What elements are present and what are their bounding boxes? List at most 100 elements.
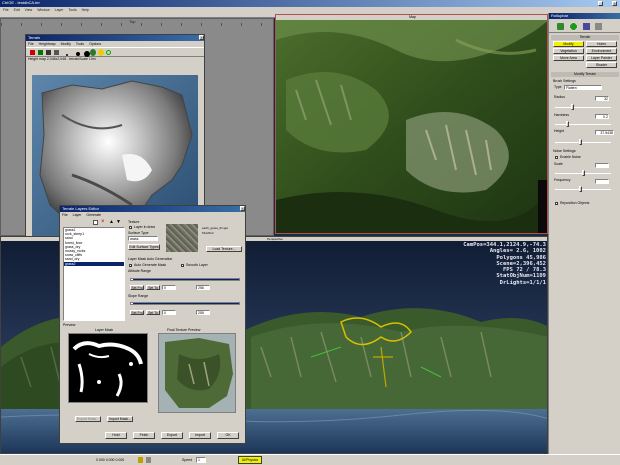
reposition-objects-checkbox[interactable]: ✓ xyxy=(555,202,559,206)
rollup-tab-layer-painter[interactable]: Layer Painter xyxy=(586,55,617,61)
speed-field[interactable]: 1 xyxy=(196,457,206,463)
slope-set-to-button[interactable]: Set To xyxy=(146,310,160,315)
terrain-menu-item-2[interactable]: Modify xyxy=(61,42,71,46)
brush-size-medium-icon[interactable] xyxy=(76,52,80,56)
terrain-menu-item-4[interactable]: Options xyxy=(89,42,101,46)
terrain-window-close-button[interactable]: × xyxy=(199,35,204,40)
altitude-range-label: Altitude Range xyxy=(128,269,151,273)
app-title-bar: CtrlGE - testdbCA.ter xyxy=(0,0,620,7)
app-menu-item-4[interactable]: Layer xyxy=(55,8,64,12)
rollup-tab-holes[interactable]: Holes xyxy=(586,41,617,47)
rollup-tab-shader[interactable]: Shader xyxy=(586,62,617,68)
brush-icon[interactable] xyxy=(38,50,43,55)
brush-type-select[interactable]: Flatten xyxy=(564,85,602,90)
brush-size-small-icon[interactable] xyxy=(66,54,68,56)
rollup-tab-environment[interactable]: Environment xyxy=(586,48,617,54)
app-menu-item-5[interactable]: Tools xyxy=(68,8,76,12)
load-texture-button[interactable]: Load Texture... xyxy=(206,246,242,252)
lock-icon[interactable] xyxy=(138,457,143,463)
altitude-set-from-button[interactable]: Set Fro xyxy=(130,285,144,290)
enable-noise-checkbox[interactable] xyxy=(555,156,558,159)
app-close-button[interactable]: × xyxy=(612,1,617,6)
radius-field[interactable]: 32 xyxy=(595,96,609,101)
export-button[interactable]: Export xyxy=(161,432,183,439)
layers-editor-close-button[interactable]: × xyxy=(240,206,245,211)
light-icon[interactable] xyxy=(98,49,104,56)
height-slider[interactable] xyxy=(555,139,611,145)
objects-icon[interactable] xyxy=(557,23,564,30)
raise-icon[interactable] xyxy=(54,50,59,55)
radius-slider[interactable] xyxy=(555,104,611,110)
frequency-slider-thumb[interactable] xyxy=(578,186,582,192)
layers-menu-item-2[interactable]: Generate xyxy=(86,213,101,217)
display-icon[interactable] xyxy=(583,23,590,30)
app-menu-item-0[interactable]: File xyxy=(3,8,9,12)
frequency-slider[interactable] xyxy=(555,186,611,192)
edit-surface-types-button[interactable]: Edit Surface Types xyxy=(128,244,160,250)
altitude-from-field[interactable]: 0 xyxy=(162,285,176,290)
terrain-section-header[interactable]: Terrain xyxy=(551,35,619,40)
new-layer-icon[interactable] xyxy=(93,220,98,225)
hardness-slider[interactable] xyxy=(555,121,611,127)
brush-size-large-icon[interactable] xyxy=(84,51,90,57)
move-layer-up-icon[interactable]: ▲ xyxy=(109,219,114,225)
paint-icon[interactable] xyxy=(30,50,35,55)
frequency-field[interactable] xyxy=(595,179,609,184)
layers-editor-title: Terrain Layers Editor xyxy=(62,206,99,211)
height-field[interactable]: 37.5438 xyxy=(595,130,614,135)
terrain-menu-item-1[interactable]: Heightmap xyxy=(39,42,56,46)
surface-type-select[interactable]: grass xyxy=(128,236,158,241)
terrain-icon[interactable] xyxy=(569,22,578,31)
terrain-menu-item-3[interactable]: Tools xyxy=(76,42,84,46)
zoom-icon[interactable] xyxy=(106,50,111,55)
terrain-menu-item-0[interactable]: File xyxy=(28,42,34,46)
radius-slider-thumb[interactable] xyxy=(570,104,574,110)
app-menu-item-6[interactable]: Help xyxy=(82,8,89,12)
app-menu-item-1[interactable]: Edit xyxy=(14,8,20,12)
slope-set-from-button[interactable]: Set Fro xyxy=(130,310,144,315)
rollup-tab-vegetation[interactable]: Vegetation xyxy=(553,48,584,54)
scale-field[interactable] xyxy=(595,163,609,168)
modify-section-header[interactable]: Modify Terrain xyxy=(551,72,619,77)
layers-menu-item-1[interactable]: Layer xyxy=(73,213,82,217)
slope-range-track[interactable] xyxy=(130,302,240,305)
export-mask-button[interactable]: Export Mask... xyxy=(75,416,101,422)
hardness-field[interactable]: 0.2 xyxy=(595,114,609,119)
map-view[interactable]: Map xyxy=(275,14,548,234)
noise-settings-label: Noise Settings xyxy=(553,149,576,153)
import-button[interactable]: Import xyxy=(189,432,211,439)
snap-icon[interactable] xyxy=(146,457,151,463)
altitude-to-field[interactable]: 256 xyxy=(196,285,210,290)
import-mask-button[interactable]: Import Mask... xyxy=(107,416,133,422)
app-menu-item-3[interactable]: Window xyxy=(37,8,49,12)
altitude-set-to-button[interactable]: Set To xyxy=(146,285,160,290)
smooth-layer-checkbox[interactable]: ✓ xyxy=(181,264,185,268)
scale-slider[interactable] xyxy=(555,170,611,176)
slope-from-field[interactable]: 0 xyxy=(162,310,176,315)
app-menu-item-2[interactable]: View xyxy=(25,8,33,12)
delete-layer-icon[interactable]: × xyxy=(101,219,105,225)
layers-menu-item-0[interactable]: File xyxy=(62,213,68,217)
app-minimize-button[interactable]: _ xyxy=(598,1,603,6)
altitude-range-track[interactable] xyxy=(130,278,240,281)
ok-button[interactable]: OK xyxy=(217,432,239,439)
preview-label: Preview xyxy=(63,323,76,327)
hold-button[interactable]: Hold xyxy=(105,432,127,439)
height-slider-thumb[interactable] xyxy=(578,139,582,145)
tree-icon[interactable] xyxy=(90,49,96,56)
move-layer-down-icon[interactable]: ▼ xyxy=(116,219,121,225)
rollup-tab-move-area[interactable]: Move Area xyxy=(553,55,584,61)
scale-slider-thumb[interactable] xyxy=(581,170,585,176)
lower-icon[interactable] xyxy=(46,50,51,55)
use-in-draw-checkbox[interactable] xyxy=(129,226,132,229)
layers-icon[interactable] xyxy=(595,23,602,30)
layer-list[interactable]: grass1 rock_steep1 sand forest_floor grass_d… xyxy=(63,227,125,321)
fetch-button[interactable]: Fetch xyxy=(133,432,155,439)
layer-list-toolbar: × ▲ ▼ xyxy=(63,219,125,226)
layer-list-item[interactable]: grass2 xyxy=(64,261,124,266)
hardness-slider-thumb[interactable] xyxy=(565,121,569,127)
slope-to-field[interactable]: 255 xyxy=(196,310,210,315)
rollup-tab-modify[interactable]: Modify xyxy=(553,41,584,47)
auto-generate-mask-checkbox[interactable]: ✓ xyxy=(129,264,133,268)
ai-physics-button[interactable]: AI/Physics xyxy=(238,456,262,464)
